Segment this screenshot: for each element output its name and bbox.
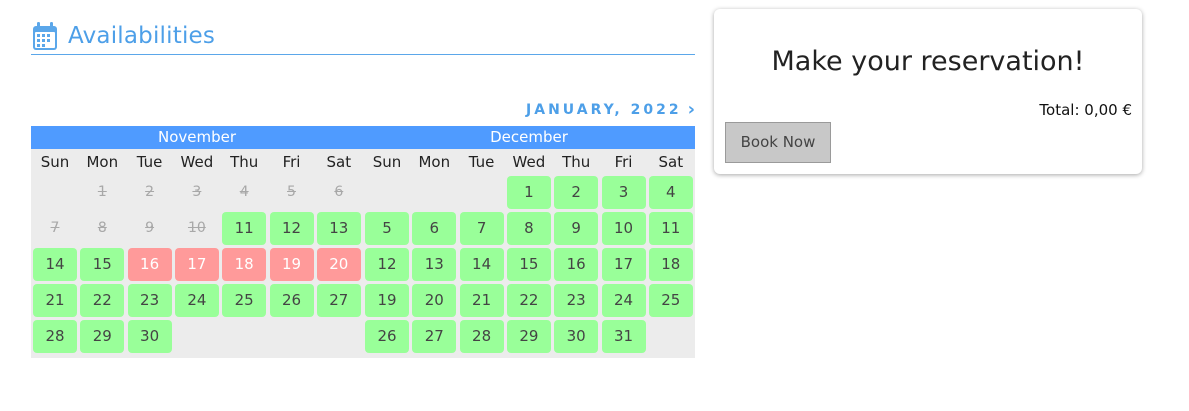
next-month-link[interactable]: JANUARY, 2022 › (526, 101, 695, 119)
month-name-december: December (490, 128, 568, 146)
calendar-icon (33, 21, 57, 50)
day-cell-free[interactable]: 21 (459, 284, 504, 317)
day-cell-free[interactable]: 9 (554, 212, 599, 245)
day-cell-free[interactable]: 11 (222, 212, 267, 245)
day-cell-free[interactable]: 28 (33, 320, 77, 353)
book-now-button[interactable]: Book Now (725, 122, 831, 163)
day-cell-free[interactable]: 13 (316, 212, 361, 245)
day-cell-free[interactable]: 4 (648, 176, 693, 209)
day-cell-past: 4 (239, 184, 249, 200)
day-cell-past: 7 (50, 220, 60, 236)
weekday-label: Mon (418, 153, 451, 171)
day-cell-free[interactable]: 20 (412, 284, 457, 317)
day-cell-free[interactable]: 15 (506, 248, 551, 281)
day-cell-free[interactable]: 29 (506, 320, 551, 353)
day-cell-past: 2 (145, 184, 155, 200)
day-cell-free[interactable]: 27 (412, 320, 457, 353)
weekday-label: Fri (614, 153, 633, 171)
day-cell-free[interactable]: 28 (459, 320, 504, 353)
day-cell-free[interactable]: 25 (222, 284, 267, 317)
day-cell-free[interactable]: 19 (365, 284, 409, 317)
weekday-label: Wed (512, 153, 546, 171)
reservation-title: Make your reservation! (771, 46, 1085, 77)
day-cell-free[interactable]: 17 (601, 248, 646, 281)
day-cell-free[interactable]: 26 (269, 284, 314, 317)
day-cell-free[interactable]: 12 (269, 212, 314, 245)
day-cell-past: 5 (287, 184, 296, 200)
day-cell-free[interactable]: 30 (554, 320, 599, 353)
day-cell-free[interactable]: 24 (601, 284, 646, 317)
availability-calendar: November Sun Mon Tue Wed Thu Fri Sat 1 2 3 4 5 6 7 8 9 10… (31, 126, 695, 358)
day-cell-free[interactable]: 16 (554, 248, 599, 281)
day-cell-free[interactable]: 8 (506, 212, 551, 245)
day-cell-free[interactable]: 10 (601, 212, 646, 245)
day-cell-past: 1 (97, 184, 107, 200)
chevron-right-icon: › (687, 99, 695, 120)
day-cell-free[interactable]: 24 (174, 284, 219, 317)
month-name-november: November (157, 128, 237, 146)
day-cell-free[interactable]: 11 (648, 212, 693, 245)
day-cell-past: 8 (97, 220, 107, 236)
day-cell-free[interactable]: 26 (365, 320, 409, 353)
weekday-label: Wed (180, 153, 214, 171)
weekday-label: Fri (282, 153, 301, 171)
weekday-label: Thu (562, 153, 591, 171)
page: Availabilities JANUARY, 2022 › November S… (0, 0, 1189, 411)
weekday-label: Tue (136, 153, 163, 171)
day-cell-free[interactable]: 5 (365, 212, 409, 245)
day-cell-free[interactable]: 22 (80, 284, 125, 317)
day-cell-free[interactable]: 30 (127, 320, 172, 353)
day-cell-free[interactable]: 1 (506, 176, 551, 209)
day-cell-free[interactable]: 18 (648, 248, 693, 281)
day-cell-free[interactable]: 29 (80, 320, 125, 353)
day-cell-free[interactable]: 31 (601, 320, 646, 353)
day-cell-booked: 17 (174, 248, 219, 281)
day-cell-free[interactable]: 23 (554, 284, 599, 317)
day-cell-booked: 19 (269, 248, 314, 281)
weekday-label: Thu (230, 153, 259, 171)
weekday-label: Mon (86, 153, 119, 171)
day-cell-free[interactable]: 3 (601, 176, 646, 209)
day-cell-past: 9 (145, 220, 155, 236)
weekday-label: Sun (40, 153, 70, 171)
section-title: Availabilities (68, 22, 216, 49)
day-cell-free[interactable]: 2 (554, 176, 599, 209)
weekday-label: Tue (468, 153, 495, 171)
weekday-label: Sun (372, 153, 402, 171)
day-cell-booked: 20 (316, 248, 361, 281)
day-cell-booked: 16 (127, 248, 172, 281)
next-month-label: JANUARY, 2022 (526, 102, 682, 118)
day-cell-free[interactable]: 14 (33, 248, 77, 281)
day-cell-free[interactable]: 21 (33, 284, 77, 317)
day-cell-past: 6 (334, 184, 344, 200)
day-cell-free[interactable]: 27 (316, 284, 361, 317)
day-cell-free[interactable]: 13 (412, 248, 457, 281)
weekday-label: Sat (658, 153, 684, 171)
day-cell-free[interactable]: 7 (459, 212, 504, 245)
day-cell-free[interactable]: 22 (506, 284, 551, 317)
total-price: Total: 0,00 € (1039, 101, 1132, 119)
day-cell-free[interactable]: 12 (365, 248, 409, 281)
weekday-label: Sat (326, 153, 352, 171)
day-cell-past: 3 (192, 184, 202, 200)
day-cell-free[interactable]: 23 (127, 284, 172, 317)
day-cell-free[interactable]: 14 (459, 248, 504, 281)
availabilities-header: Availabilities (31, 17, 695, 55)
day-cell-free[interactable]: 15 (80, 248, 125, 281)
day-cell-free[interactable]: 6 (412, 212, 457, 245)
day-cell-booked: 18 (222, 248, 267, 281)
day-cell-free[interactable]: 25 (648, 284, 693, 317)
reservation-card: Make your reservation! Total: 0,00 € Boo… (714, 9, 1142, 174)
day-cell-past: 10 (187, 220, 206, 236)
